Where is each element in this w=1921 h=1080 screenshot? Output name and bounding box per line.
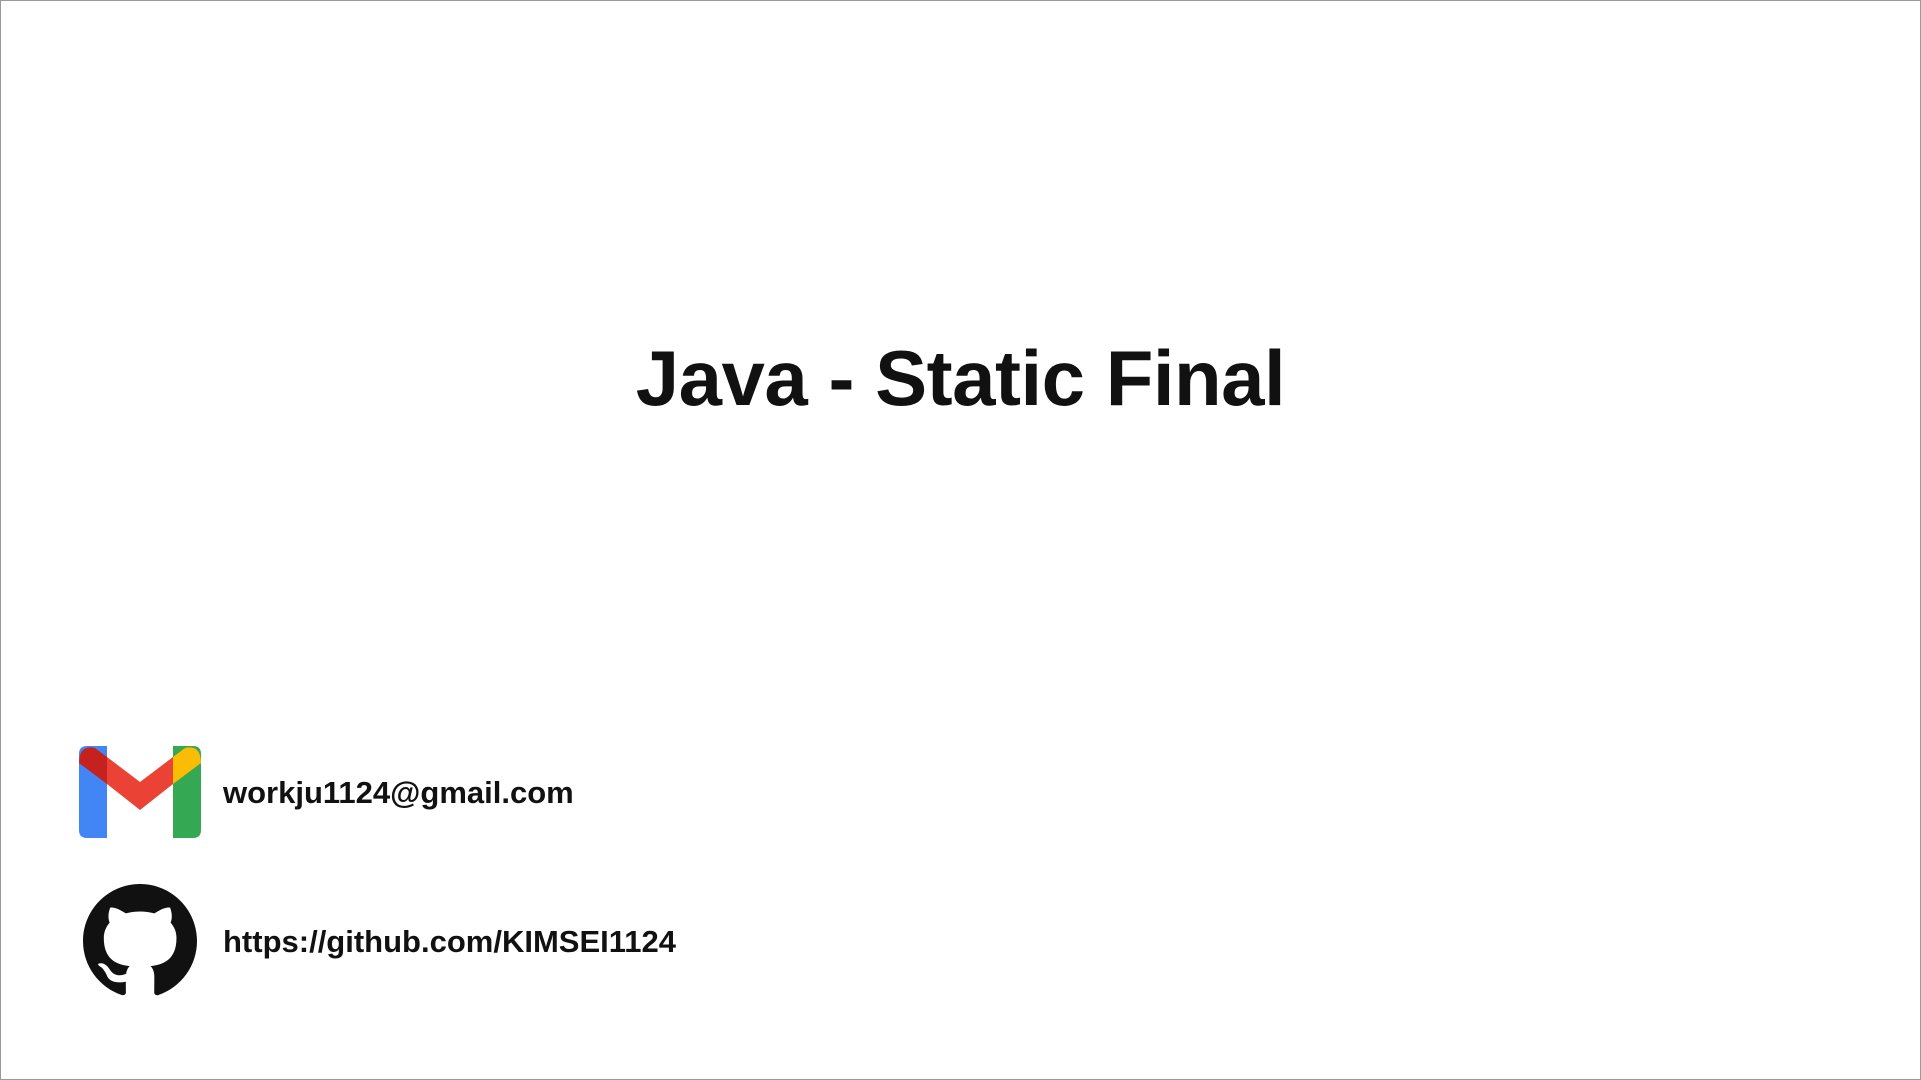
github-icon xyxy=(79,884,201,998)
email-contact: workju1124@gmail.com xyxy=(79,735,574,849)
github-url[interactable]: https://github.com/KIMSEI1124 xyxy=(223,926,676,957)
gmail-icon xyxy=(79,735,201,849)
email-address[interactable]: workju1124@gmail.com xyxy=(223,777,574,808)
slide: Java - Static Final workju1124@gmail.com xyxy=(0,0,1921,1080)
github-contact: https://github.com/KIMSEI1124 xyxy=(79,884,676,998)
slide-title: Java - Static Final xyxy=(635,334,1286,422)
